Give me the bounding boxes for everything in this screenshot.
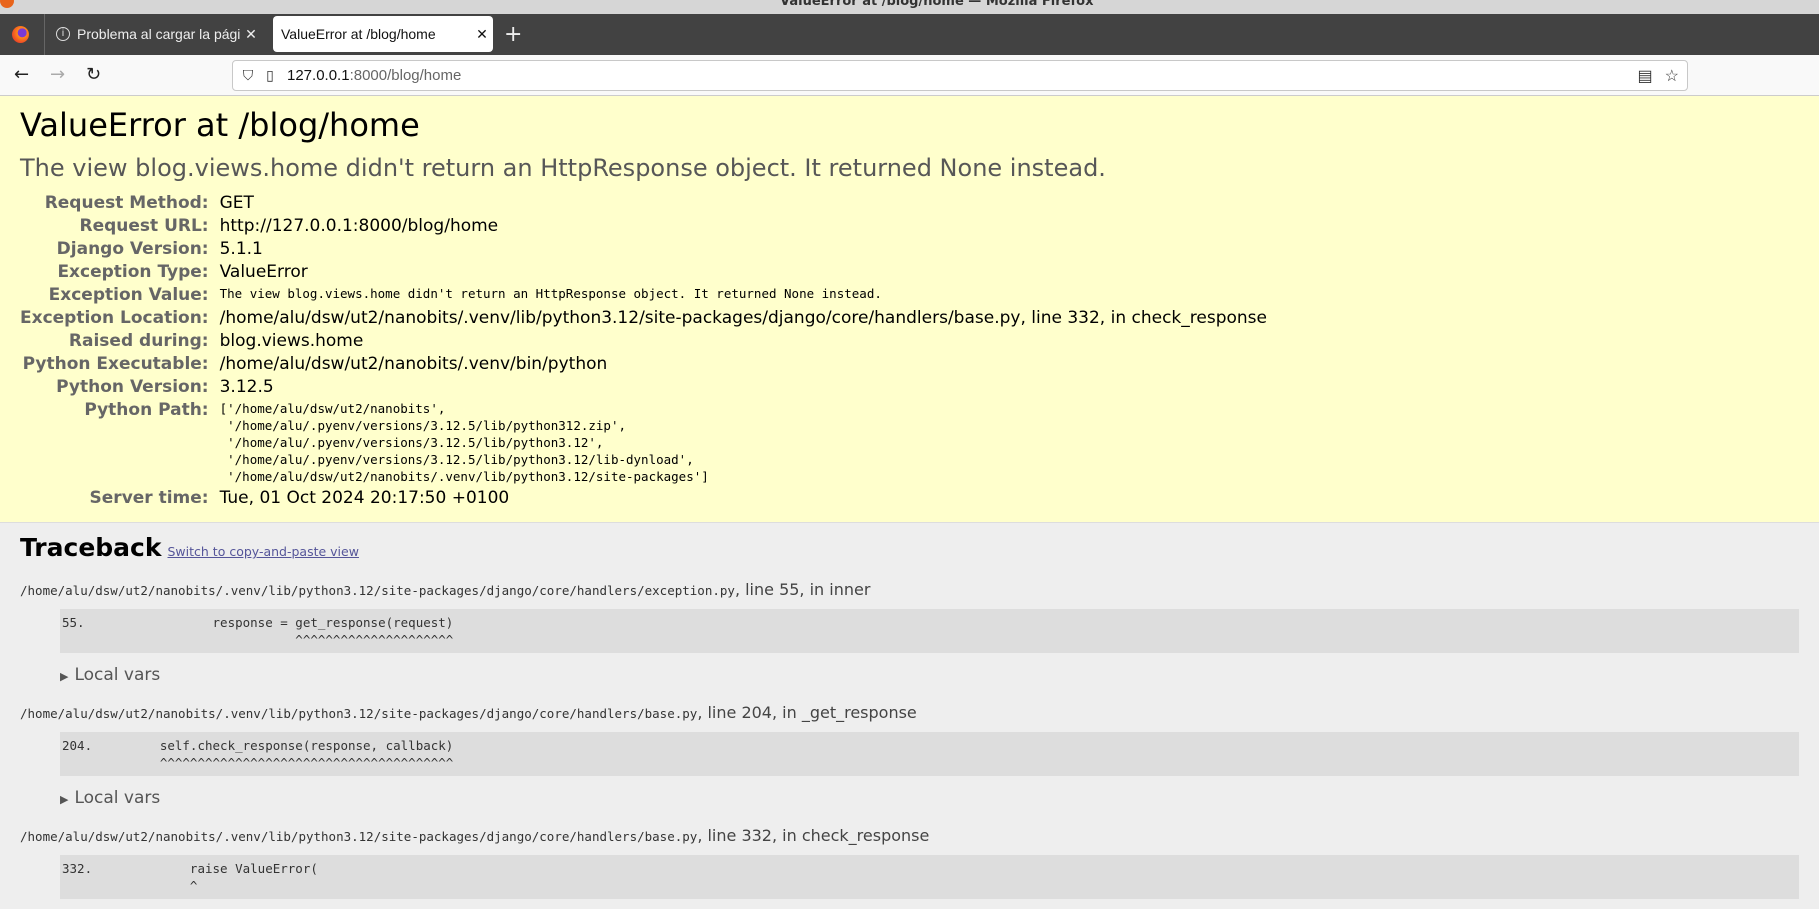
- reload-icon[interactable]: ↻: [86, 64, 101, 85]
- shield-icon[interactable]: ⛉: [237, 67, 259, 84]
- local-vars-label: Local vars: [74, 788, 161, 808]
- row-label: Python Version:: [56, 377, 209, 397]
- traceback-section: Traceback Switch to copy-and-paste view /…: [0, 523, 1819, 909]
- table-row: Exception Type: ValueError: [20, 261, 1267, 284]
- tab-label: Problema al cargar la página: [77, 26, 240, 42]
- tab-label: ValueError at /blog/home: [281, 26, 436, 42]
- row-value: 5.1.1: [219, 239, 263, 259]
- url-path: :8000/blog/home: [349, 67, 462, 84]
- row-label: Python Executable:: [22, 354, 209, 374]
- frame-file: /home/alu/dsw/ut2/nanobits/.venv/lib/pyt…: [20, 706, 698, 721]
- switch-view-link[interactable]: Switch to copy-and-paste view: [168, 544, 359, 559]
- table-row: Python Executable: /home/alu/dsw/ut2/nano…: [20, 353, 1267, 376]
- code-context[interactable]: 55. response = get_response(request) ^^^…: [60, 609, 1799, 653]
- table-row: Request Method: GET: [20, 192, 1267, 215]
- row-label: Exception Value:: [48, 285, 209, 305]
- error-summary: ValueError at /blog/home The view blog.v…: [0, 96, 1819, 523]
- row-label: Request Method:: [44, 193, 209, 213]
- firefox-icon: [0, 0, 14, 8]
- frame-line: , line 332, in check_response: [697, 826, 930, 845]
- tab-problema[interactable]: i Problema al cargar la página ✕: [52, 16, 262, 52]
- row-label: Exception Type:: [57, 262, 209, 282]
- back-icon[interactable]: ←: [14, 64, 29, 85]
- expand-triangle-icon: ▶: [60, 670, 69, 683]
- row-value: http://127.0.0.1:8000/blog/home: [219, 216, 499, 236]
- nav-bar: ← → ↻ ⛉ ▯ 127.0.0.1:8000/blog/home ▤ ☆: [0, 55, 1819, 96]
- table-row: Exception Value: The view blog.views.home…: [20, 284, 1267, 307]
- request-info-table: Request Method: GET Request URL: http://12…: [20, 192, 1267, 510]
- url-bar[interactable]: ⛉ ▯ 127.0.0.1:8000/blog/home ▤ ☆: [232, 60, 1688, 91]
- local-vars-label: Local vars: [74, 665, 161, 685]
- table-row: Exception Location: /home/alu/dsw/ut2/nan…: [20, 307, 1267, 330]
- row-value: blog.views.home: [219, 331, 364, 351]
- window-title: ValueError at /blog/home — Mozilla Firef…: [780, 0, 1094, 9]
- frame-location: /home/alu/dsw/ut2/nanobits/.venv/lib/pyt…: [20, 580, 1799, 599]
- frame-line: , line 204, in _get_response: [697, 703, 917, 722]
- url-host: 127.0.0.1: [287, 67, 350, 84]
- bookmark-star-icon[interactable]: ☆: [1665, 66, 1679, 86]
- firefox-menu-icon[interactable]: [12, 26, 29, 43]
- table-row: Request URL: http://127.0.0.1:8000/blog/h…: [20, 215, 1267, 238]
- close-tab-icon[interactable]: ✕: [240, 26, 262, 43]
- code-context[interactable]: 332. raise ValueError( ^: [60, 855, 1799, 899]
- row-value: The view blog.views.home didn't return a…: [219, 286, 882, 301]
- row-value: /home/alu/dsw/ut2/nanobits/.venv/lib/pyt…: [219, 308, 1267, 328]
- traceback-heading: Traceback: [20, 533, 162, 562]
- close-tab-icon[interactable]: ✕: [471, 26, 493, 43]
- table-row: Python Version: 3.12.5: [20, 376, 1267, 399]
- url-text[interactable]: 127.0.0.1:8000/blog/home: [287, 67, 461, 84]
- row-value: /home/alu/dsw/ut2/nanobits/.venv/bin/pyt…: [219, 354, 608, 374]
- page-icon: ▯: [266, 67, 274, 83]
- row-value: ValueError: [219, 262, 308, 282]
- forward-icon[interactable]: →: [50, 64, 65, 85]
- row-label: Exception Location:: [20, 308, 209, 328]
- row-value: 3.12.5: [219, 377, 274, 397]
- local-vars-toggle[interactable]: ▶ Local vars: [60, 665, 1799, 685]
- frame-file: /home/alu/dsw/ut2/nanobits/.venv/lib/pyt…: [20, 583, 735, 598]
- frame-location: /home/alu/dsw/ut2/nanobits/.venv/lib/pyt…: [20, 703, 1799, 722]
- divider: [44, 14, 45, 55]
- row-value: GET: [219, 193, 254, 213]
- window-titlebar: ValueError at /blog/home — Mozilla Firef…: [0, 0, 1819, 14]
- row-label: Raised during:: [68, 331, 209, 351]
- row-label: Python Path:: [84, 400, 209, 420]
- tab-valueerror[interactable]: ValueError at /blog/home ✕: [273, 16, 493, 52]
- table-row: Raised during: blog.views.home: [20, 330, 1267, 353]
- row-value: Tue, 01 Oct 2024 20:17:50 +0100: [219, 488, 510, 508]
- exception-message: The view blog.views.home didn't return a…: [20, 154, 1106, 182]
- frame-file: /home/alu/dsw/ut2/nanobits/.venv/lib/pyt…: [20, 829, 698, 844]
- local-vars-toggle[interactable]: ▶ Local vars: [60, 788, 1799, 808]
- table-row: Django Version: 5.1.1: [20, 238, 1267, 261]
- code-context[interactable]: 204. self.check_response(response, callb…: [60, 732, 1799, 776]
- frame-location: /home/alu/dsw/ut2/nanobits/.venv/lib/pyt…: [20, 826, 1799, 845]
- row-value: ['/home/alu/dsw/ut2/nanobits', '/home/al…: [219, 401, 709, 484]
- frame-line: , line 55, in inner: [734, 580, 871, 599]
- table-row: Server time: Tue, 01 Oct 2024 20:17:50 +0…: [20, 487, 1267, 510]
- row-label: Server time:: [89, 488, 209, 508]
- info-icon: i: [56, 27, 70, 41]
- reader-view-icon[interactable]: ▤: [1638, 66, 1653, 86]
- row-label: Django Version:: [56, 239, 209, 259]
- new-tab-button[interactable]: +: [504, 22, 522, 47]
- row-label: Request URL:: [79, 216, 209, 236]
- expand-triangle-icon: ▶: [60, 793, 69, 806]
- page-title: ValueError at /blog/home: [20, 106, 420, 144]
- table-row: Python Path: ['/home/alu/dsw/ut2/nanobits…: [20, 399, 1267, 487]
- tab-bar: i Problema al cargar la página ✕ ValueEr…: [0, 14, 1819, 55]
